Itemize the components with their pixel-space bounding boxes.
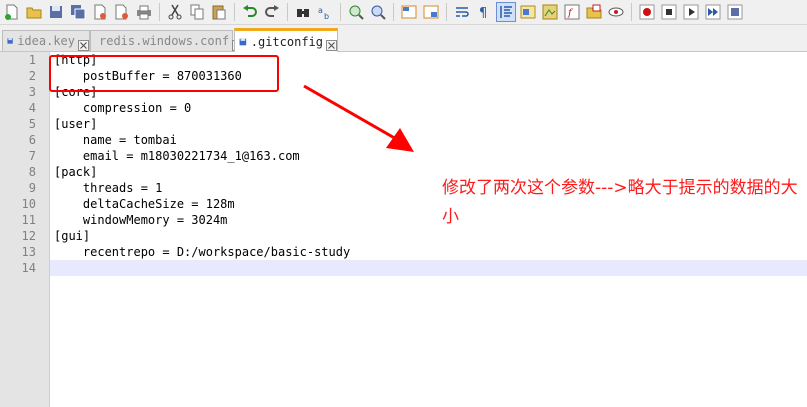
tab-close-icon[interactable] xyxy=(326,36,337,51)
code-line[interactable]: recentrepo = D:/workspace/basic-study xyxy=(54,244,350,260)
line-number: 12 xyxy=(21,229,36,243)
toolbar-separator xyxy=(446,3,447,21)
line-number: 7 xyxy=(28,149,36,163)
line-number: 5 xyxy=(28,117,36,131)
line-number: 13 xyxy=(21,245,36,259)
line-number: 2 xyxy=(28,69,36,83)
close-all-icon[interactable] xyxy=(112,2,132,22)
toolbar-separator xyxy=(234,3,235,21)
code-line[interactable]: name = tombai xyxy=(54,132,177,148)
highlight-box xyxy=(49,55,279,92)
current-line-highlight xyxy=(50,260,807,276)
save-all-icon[interactable] xyxy=(68,2,88,22)
tab-bar: idea.key redis.windows.conf .gitconfig xyxy=(0,25,807,52)
line-number: 11 xyxy=(21,213,36,227)
code-line[interactable]: [user] xyxy=(54,116,97,132)
paste-icon[interactable] xyxy=(209,2,229,22)
save-macro-icon[interactable] xyxy=(725,2,745,22)
stop-record-icon[interactable] xyxy=(659,2,679,22)
line-number: 8 xyxy=(28,165,36,179)
toolbar-separator xyxy=(159,3,160,21)
tab-label: .gitconfig xyxy=(250,34,323,49)
annotation-text: 修改了两次这个参数--->略大于提示的数据的大小 xyxy=(442,178,798,227)
undo-icon[interactable] xyxy=(240,2,260,22)
line-number-gutter: 1 2 3 4 5 6 7 8 9 10 11 12 13 14 xyxy=(0,52,50,407)
save-icon[interactable] xyxy=(46,2,66,22)
user-defined-language-icon[interactable] xyxy=(518,2,538,22)
redo-icon[interactable] xyxy=(262,2,282,22)
run-macro-multiple-icon[interactable] xyxy=(703,2,723,22)
toolbar-separator xyxy=(393,3,394,21)
close-icon[interactable] xyxy=(90,2,110,22)
code-line[interactable]: threads = 1 xyxy=(54,180,162,196)
sync-horizontal-icon[interactable] xyxy=(421,2,441,22)
toolbar-separator xyxy=(631,3,632,21)
line-number: 4 xyxy=(28,101,36,115)
tab-redis-windows-conf[interactable]: redis.windows.conf xyxy=(90,30,244,51)
show-all-chars-icon[interactable]: ¶ xyxy=(474,2,494,22)
line-number: 3 xyxy=(28,85,36,99)
replace-icon[interactable]: ab xyxy=(315,2,335,22)
cut-icon[interactable] xyxy=(165,2,185,22)
new-file-icon[interactable] xyxy=(2,2,22,22)
svg-text:¶: ¶ xyxy=(479,6,487,20)
zoom-out-icon[interactable] xyxy=(368,2,388,22)
svg-text:a: a xyxy=(318,6,323,15)
line-number: 1 xyxy=(28,53,36,67)
monitoring-icon[interactable] xyxy=(606,2,626,22)
svg-text:b: b xyxy=(324,12,329,20)
code-line[interactable]: compression = 0 xyxy=(54,100,191,116)
line-number: 10 xyxy=(21,197,36,211)
open-file-icon[interactable] xyxy=(24,2,44,22)
tab-idea-key[interactable]: idea.key xyxy=(2,30,90,51)
function-list-icon[interactable]: f xyxy=(562,2,582,22)
line-number: 14 xyxy=(21,261,36,275)
code-line[interactable]: [gui] xyxy=(54,228,90,244)
tab-label: idea.key xyxy=(17,34,75,48)
code-line[interactable]: email = m18030221734_1@163.com xyxy=(54,148,300,164)
code-line[interactable]: [pack] xyxy=(54,164,97,180)
folder-workspace-icon[interactable] xyxy=(584,2,604,22)
tab-gitconfig[interactable]: .gitconfig xyxy=(234,28,338,52)
print-icon[interactable] xyxy=(134,2,154,22)
tab-close-icon[interactable] xyxy=(78,36,89,51)
toolbar-separator xyxy=(340,3,341,21)
playback-macro-icon[interactable] xyxy=(681,2,701,22)
line-number: 9 xyxy=(28,181,36,195)
find-icon[interactable] xyxy=(293,2,313,22)
code-line[interactable]: deltaCacheSize = 128m xyxy=(54,196,235,212)
document-map-icon[interactable] xyxy=(540,2,560,22)
toolbar: ab ¶ f xyxy=(0,0,807,25)
tab-label: redis.windows.conf xyxy=(99,34,230,48)
indent-guide-icon[interactable] xyxy=(496,2,516,22)
code-line[interactable]: windowMemory = 3024m xyxy=(54,212,228,228)
record-macro-icon[interactable] xyxy=(637,2,657,22)
zoom-in-icon[interactable] xyxy=(346,2,366,22)
copy-icon[interactable] xyxy=(187,2,207,22)
word-wrap-icon[interactable] xyxy=(452,2,472,22)
save-icon xyxy=(7,38,13,44)
sync-vertical-icon[interactable] xyxy=(399,2,419,22)
save-icon xyxy=(239,38,247,45)
line-number: 6 xyxy=(28,133,36,147)
toolbar-separator xyxy=(287,3,288,21)
